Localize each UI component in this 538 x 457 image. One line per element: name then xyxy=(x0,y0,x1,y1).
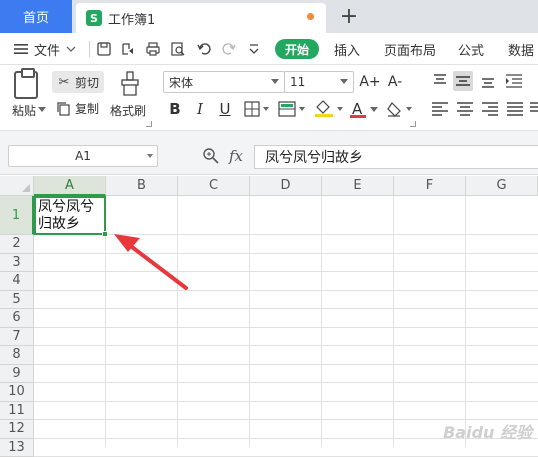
file-menu[interactable]: 文件 xyxy=(14,33,76,65)
chevron-down-icon xyxy=(147,154,153,158)
tab-insert[interactable]: 插入 xyxy=(334,33,360,65)
document-title: 工作簿1 xyxy=(108,9,155,28)
distribute-icon[interactable] xyxy=(528,99,538,119)
align-middle-icon xyxy=(455,74,471,88)
formula-input[interactable]: 凤兮凤兮归故乡 xyxy=(254,145,538,169)
format-painter-label: 格式刷 xyxy=(110,102,146,119)
tab-strip: 首页 S 工作簿1 + xyxy=(0,0,538,33)
red-arrow-annotation xyxy=(0,176,538,447)
print-preview-icon[interactable] xyxy=(170,41,186,57)
font-color-swatch xyxy=(350,115,366,118)
tab-formula-label: 公式 xyxy=(458,40,484,59)
undo-icon[interactable] xyxy=(196,41,212,57)
clear-format-icon[interactable] xyxy=(386,101,416,117)
redo-icon[interactable] xyxy=(221,41,237,57)
menu-divider xyxy=(89,41,90,57)
copy-button[interactable]: 复制 xyxy=(56,100,99,117)
unsaved-dot-icon xyxy=(307,13,314,20)
formula-value: 凤兮凤兮归故乡 xyxy=(265,147,363,167)
underline-button[interactable]: U xyxy=(217,98,233,120)
tab-formula[interactable]: 公式 xyxy=(458,33,484,65)
tab-start-label: 开始 xyxy=(285,41,309,58)
font-name-select[interactable]: 宋体 xyxy=(163,71,285,93)
ribbon: 粘贴 ✂ 剪切 复制 格式刷 宋体 11 A+ A- B I U A xyxy=(0,65,538,131)
italic-button[interactable]: I xyxy=(192,98,208,120)
print-icon[interactable] xyxy=(145,41,161,57)
chevron-down-icon xyxy=(370,107,378,113)
fill-color-icon[interactable] xyxy=(314,100,344,118)
watermark: Baidu 经验 xyxy=(443,419,532,443)
clipboard-icon xyxy=(14,71,38,99)
italic-icon: I xyxy=(197,100,203,118)
plus-icon: + xyxy=(340,4,358,29)
increase-font-button[interactable]: A+ xyxy=(360,71,380,93)
tab-document[interactable]: S 工作簿1 xyxy=(76,3,326,33)
align-middle-button[interactable] xyxy=(453,71,473,91)
hamburger-icon xyxy=(14,43,28,55)
tab-data-label: 数据 xyxy=(508,40,534,59)
tab-home-label: 首页 xyxy=(23,7,49,26)
font-name-value: 宋体 xyxy=(169,74,193,91)
tab-data[interactable]: 数据 xyxy=(508,33,534,65)
justify-icon[interactable] xyxy=(505,99,525,119)
export-icon[interactable] xyxy=(120,41,136,57)
spreadsheet-grid[interactable]: ABCDEFG12345678910111213 凤兮凤兮 归故乡 Baidu … xyxy=(0,176,538,447)
chevron-down-icon xyxy=(340,79,348,84)
tab-insert-label: 插入 xyxy=(334,40,360,59)
formula-bar: A1 fx 凤兮凤兮归故乡 xyxy=(0,131,538,175)
cut-label: 剪切 xyxy=(75,74,99,91)
align-center-icon[interactable] xyxy=(455,99,475,119)
align-right-icon[interactable] xyxy=(480,99,500,119)
copy-icon xyxy=(56,101,72,117)
menu-bar: 文件 开始 插入 页面布局 公式 数据 xyxy=(0,33,538,65)
paste-dropdown-icon xyxy=(38,107,46,113)
align-left-icon[interactable] xyxy=(430,99,450,119)
border-icon[interactable] xyxy=(244,101,270,117)
new-tab-button[interactable]: + xyxy=(338,3,360,29)
file-menu-label: 文件 xyxy=(34,40,60,59)
name-box-value: A1 xyxy=(75,149,91,163)
paste-label: 粘贴 xyxy=(12,102,36,119)
zoom-formula-icon[interactable] xyxy=(202,147,220,165)
format-painter-icon xyxy=(120,71,140,97)
chevron-down-icon xyxy=(66,45,76,53)
bold-icon: B xyxy=(169,100,180,118)
cut-button[interactable]: ✂ 剪切 xyxy=(52,71,104,93)
tab-page-layout-label: 页面布局 xyxy=(384,40,436,59)
underline-icon: U xyxy=(220,100,231,118)
merge-icon[interactable] xyxy=(278,101,306,117)
align-top-icon[interactable] xyxy=(430,71,450,91)
font-color-button[interactable]: A xyxy=(350,100,380,120)
clipboard-group-launcher[interactable] xyxy=(146,121,152,127)
save-icon[interactable] xyxy=(96,41,112,57)
indent-icon[interactable] xyxy=(504,71,524,91)
name-box[interactable]: A1 xyxy=(8,145,158,167)
tab-home[interactable]: 首页 xyxy=(0,0,72,33)
font-size-select[interactable]: 11 xyxy=(284,71,354,93)
copy-label: 复制 xyxy=(75,100,99,117)
increase-font-icon: A+ xyxy=(359,74,380,90)
scissors-icon: ✂ xyxy=(56,74,72,90)
align-bottom-icon[interactable] xyxy=(478,71,498,91)
tab-page-layout[interactable]: 页面布局 xyxy=(384,33,436,65)
insert-function-icon[interactable]: fx xyxy=(229,147,243,165)
font-size-value: 11 xyxy=(290,75,305,89)
decrease-font-icon: A- xyxy=(388,74,402,90)
customize-toolbar-icon[interactable] xyxy=(246,41,262,57)
tab-start[interactable]: 开始 xyxy=(275,39,319,59)
decrease-font-button[interactable]: A- xyxy=(385,71,405,93)
spreadsheet-icon: S xyxy=(86,10,102,26)
bold-button[interactable]: B xyxy=(167,98,183,120)
font-group-launcher[interactable] xyxy=(410,121,416,127)
chevron-down-icon xyxy=(271,79,279,84)
